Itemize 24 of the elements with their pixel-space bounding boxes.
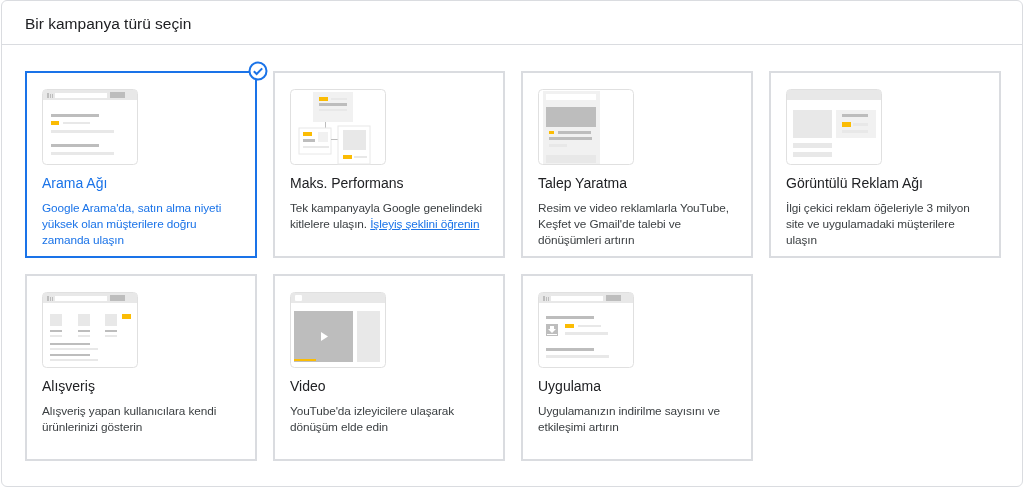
card-description: İlgi çekici reklam öğeleriyle 3 milyon site ve uygulamadaki müşterilere ulaşın bbox=[786, 200, 971, 248]
campaign-card[interactable]: Görüntülü Reklam Ağı İlgi çekici reklam öğeleriyle 3 milyon site ve uygulamadaki müşterilere ulaşın bbox=[769, 71, 1001, 258]
card-title: Uygulama bbox=[538, 378, 603, 394]
card-title: Maks. Performans bbox=[290, 175, 405, 191]
campaign-card[interactable]: Arama Ağı Google Arama'da, satın alma niyeti yüksek olan müşterilere doğru zamanda ulaşın bbox=[25, 71, 257, 258]
card-title: Video bbox=[290, 378, 327, 394]
card-description: Google Arama'da, satın alma niyeti yüksek olan müşterilere doğru zamanda ulaşın bbox=[42, 200, 223, 248]
check-icon bbox=[248, 61, 268, 81]
campaign-card[interactable]: Video YouTube'da izleyicilere ulaşarak dönüşüm elde edin bbox=[273, 274, 505, 461]
card-title: Arama Ağı bbox=[42, 175, 109, 191]
campaign-card[interactable]: Talep Yaratma Resim ve video reklamlarla YouTube, Keşfet ve Gmail'de talebi ve dönüşümleri artırın bbox=[521, 71, 753, 258]
campaign-card[interactable]: Maks. Performans Tek kampanyayla Google genelindeki kitlelere ulaşın. İşleyiş şeklini öğrenin bbox=[273, 71, 505, 258]
campaign-card[interactable]: Uygulama Uygulamanızın indirilme sayısını ve etkileşimi artırın bbox=[521, 274, 753, 461]
panel-title: Bir kampanya türü seçin bbox=[2, 1, 1022, 45]
card-description: Tek kampanyayla Google genelindeki kitlelere ulaşın. İşleyiş şeklini öğrenin bbox=[290, 200, 484, 232]
card-title: Görüntülü Reklam Ağı bbox=[786, 175, 924, 191]
learn-more-link[interactable]: İşleyiş şeklini öğrenin bbox=[370, 217, 480, 231]
card-description: Resim ve video reklamlarla YouTube, Keşfet ve Gmail'de talebi ve dönüşümleri artırın bbox=[538, 200, 730, 248]
card-title: Alışveriş bbox=[42, 378, 96, 394]
card-description: Alışveriş yapan kullanıcılara kendi ürünlerinizi gösterin bbox=[42, 403, 218, 435]
campaign-card[interactable]: Alışveriş Alışveriş yapan kullanıcılara kendi ürünlerinizi gösterin bbox=[25, 274, 257, 461]
card-description: YouTube'da izleyicilere ulaşarak dönüşüm elde edin bbox=[290, 403, 456, 435]
card-description: Uygulamanızın indirilme sayısını ve etkileşimi artırın bbox=[538, 403, 722, 435]
card-title: Talep Yaratma bbox=[538, 175, 628, 191]
